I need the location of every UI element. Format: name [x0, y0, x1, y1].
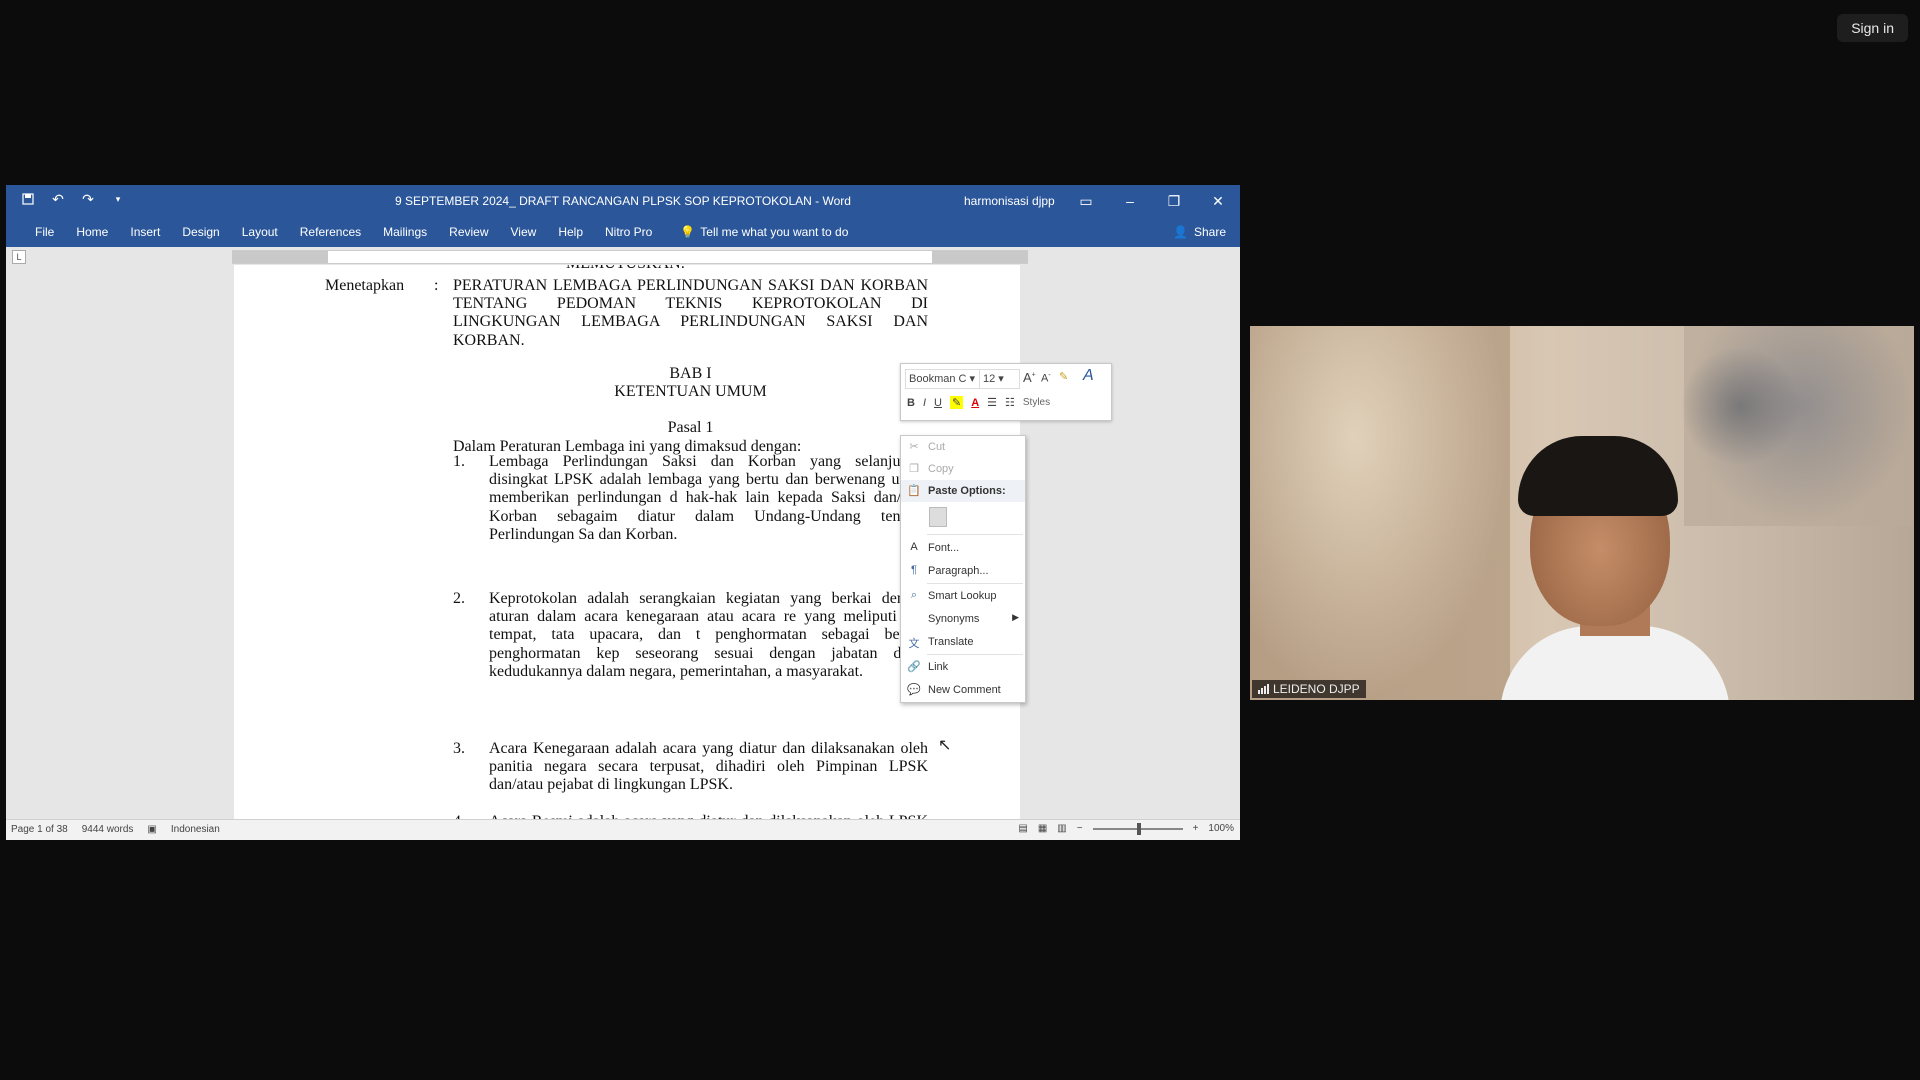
menetapkan-label: Menetapkan: [325, 277, 405, 294]
tab-references[interactable]: References: [289, 225, 372, 239]
zoom-level[interactable]: 100%: [1208, 823, 1234, 834]
tab-selector[interactable]: L: [12, 250, 26, 264]
link-icon: 🔗: [907, 661, 921, 673]
document-area[interactable]: MEMUTUSKAN: Menetapkan : PERATURAN LEMBA…: [6, 265, 1240, 820]
item-number: 2.: [453, 590, 465, 607]
language[interactable]: Indonesian: [171, 824, 220, 835]
menu-font[interactable]: A Font...: [901, 537, 1025, 559]
highlight-icon[interactable]: ✎: [949, 396, 964, 409]
shrink-font-icon[interactable]: A-: [1041, 372, 1051, 385]
styles-icon[interactable]: A: [1083, 367, 1094, 385]
bab-title: KETENTUAN UMUM: [614, 383, 767, 400]
tab-home[interactable]: Home: [65, 225, 119, 239]
lightbulb-icon: 💡: [680, 225, 696, 239]
paragraph-icon: ¶: [911, 564, 917, 576]
tab-layout[interactable]: Layout: [231, 225, 289, 239]
mini-toolbar: Bookman C ▾ 12 ▾ A+ A- ✎ A B I U ✎ A ☰ ☷…: [900, 363, 1112, 421]
font-name-box[interactable]: Bookman C ▾: [905, 369, 980, 389]
font-color-icon[interactable]: A: [971, 397, 979, 409]
comment-icon: 💬: [907, 684, 921, 696]
scissors-icon: ✂: [909, 441, 919, 453]
font-size-box[interactable]: 12 ▾: [979, 369, 1020, 389]
paste-keep-text-button[interactable]: [901, 504, 1025, 530]
ribbon-tabs: File Home Insert Design Layout References Mail…: [6, 217, 1240, 247]
tab-nitro-pro[interactable]: Nitro Pro: [594, 225, 663, 239]
participant-name-tag: LEIDENO DJPP: [1252, 680, 1366, 698]
page-count[interactable]: Page 1 of 38: [11, 824, 68, 835]
menu-cut[interactable]: ✂ Cut: [901, 436, 1025, 458]
submenu-arrow-icon: ▶: [1012, 612, 1019, 622]
tab-file[interactable]: File: [24, 225, 65, 239]
doc-heading-partial: MEMUTUSKAN:: [566, 265, 685, 273]
account-name[interactable]: harmonisasi djpp: [964, 194, 1055, 208]
zoom-out-icon[interactable]: −: [1077, 823, 1083, 834]
minimize-icon[interactable]: –: [1108, 185, 1152, 217]
share-button[interactable]: 👤 Share: [1173, 225, 1226, 239]
item-number: 3.: [453, 740, 465, 757]
restore-icon[interactable]: ❐: [1152, 185, 1196, 217]
item-number: 1.: [453, 453, 465, 470]
status-bar: Page 1 of 38 9444 words ▣ Indonesian ▤ ▦…: [6, 819, 1240, 840]
translate-icon: 文: [908, 638, 920, 650]
person-icon: 👤: [1173, 225, 1188, 239]
web-layout-icon[interactable]: ▥: [1057, 823, 1066, 834]
word-window: ↶ ↷ ▾ 9 SEPTEMBER 2024_ DRAFT RANCANGAN …: [6, 185, 1240, 840]
font-icon: A: [910, 541, 918, 553]
tab-mailings[interactable]: Mailings: [372, 225, 438, 239]
search-icon: ⌕: [910, 589, 918, 601]
print-layout-icon[interactable]: ▦: [1038, 823, 1047, 834]
menetapkan-colon: :: [434, 277, 439, 294]
read-mode-icon[interactable]: ▤: [1018, 823, 1027, 834]
styles-label[interactable]: Styles: [1023, 397, 1050, 408]
title-bar: ↶ ↷ ▾ 9 SEPTEMBER 2024_ DRAFT RANCANGAN …: [6, 185, 1240, 217]
clipboard-icon: [929, 507, 947, 527]
menu-new-comment[interactable]: 💬 New Comment: [901, 679, 1025, 701]
participant-video[interactable]: LEIDENO DJPP: [1250, 326, 1914, 700]
copy-icon: ❐: [909, 463, 919, 475]
zoom-in-icon[interactable]: +: [1193, 823, 1199, 834]
bold-icon[interactable]: B: [907, 397, 915, 409]
menu-paste-options: 📋 Paste Options:: [901, 480, 1025, 502]
sign-in-button[interactable]: Sign in: [1837, 14, 1908, 42]
paste-icon: 📋: [907, 485, 921, 497]
menu-paragraph[interactable]: ¶ Paragraph...: [901, 560, 1025, 582]
tab-design[interactable]: Design: [171, 225, 230, 239]
tell-me-search[interactable]: 💡 Tell me what you want to do: [669, 225, 859, 239]
numbering-icon[interactable]: ☷: [1005, 396, 1015, 409]
menetapkan-text: PERATURAN LEMBAGA PERLINDUNGAN SAKSI DAN…: [453, 277, 928, 349]
underline-icon[interactable]: U: [934, 397, 942, 409]
context-menu: ✂ Cut ❐ Copy 📋 Paste Options: A Font... …: [900, 435, 1026, 703]
zoom-slider[interactable]: [1092, 822, 1183, 835]
format-painter-icon[interactable]: ✎: [1059, 370, 1068, 383]
italic-icon[interactable]: I: [923, 397, 926, 409]
pasal-heading: Pasal 1: [667, 419, 714, 436]
proofing-icon[interactable]: ▣: [147, 824, 156, 835]
tab-review[interactable]: Review: [438, 225, 499, 239]
item-text: Acara Kenegaraan adalah acara yang diatu…: [489, 740, 928, 794]
bullets-icon[interactable]: ☰: [987, 396, 997, 409]
ribbon-display-options-icon[interactable]: ▭: [1064, 185, 1108, 217]
signal-strength-icon: [1258, 684, 1269, 694]
mouse-cursor-icon: ↖: [938, 737, 952, 754]
word-count[interactable]: 9444 words: [82, 824, 134, 835]
item-text: Lembaga Perlindungan Saksi dan Korban ya…: [489, 453, 928, 543]
item-text: Keprotokolan adalah serangkaian kegiatan…: [489, 590, 928, 680]
tab-insert[interactable]: Insert: [119, 225, 171, 239]
menu-translate[interactable]: 文 Translate: [901, 631, 1025, 653]
menu-synonyms[interactable]: Synonyms ▶: [901, 608, 1025, 630]
participant-shirt: [1500, 626, 1730, 700]
menu-smart-lookup[interactable]: ⌕ Smart Lookup: [901, 585, 1025, 607]
tab-help[interactable]: Help: [547, 225, 594, 239]
menu-copy[interactable]: ❐ Copy: [901, 458, 1025, 480]
bab-heading: BAB I: [669, 365, 712, 382]
grow-font-icon[interactable]: A+: [1023, 370, 1036, 385]
close-icon[interactable]: ✕: [1196, 185, 1240, 217]
tab-view[interactable]: View: [500, 225, 548, 239]
menu-link[interactable]: 🔗 Link: [901, 656, 1025, 678]
horizontal-ruler[interactable]: L: [6, 247, 1240, 265]
